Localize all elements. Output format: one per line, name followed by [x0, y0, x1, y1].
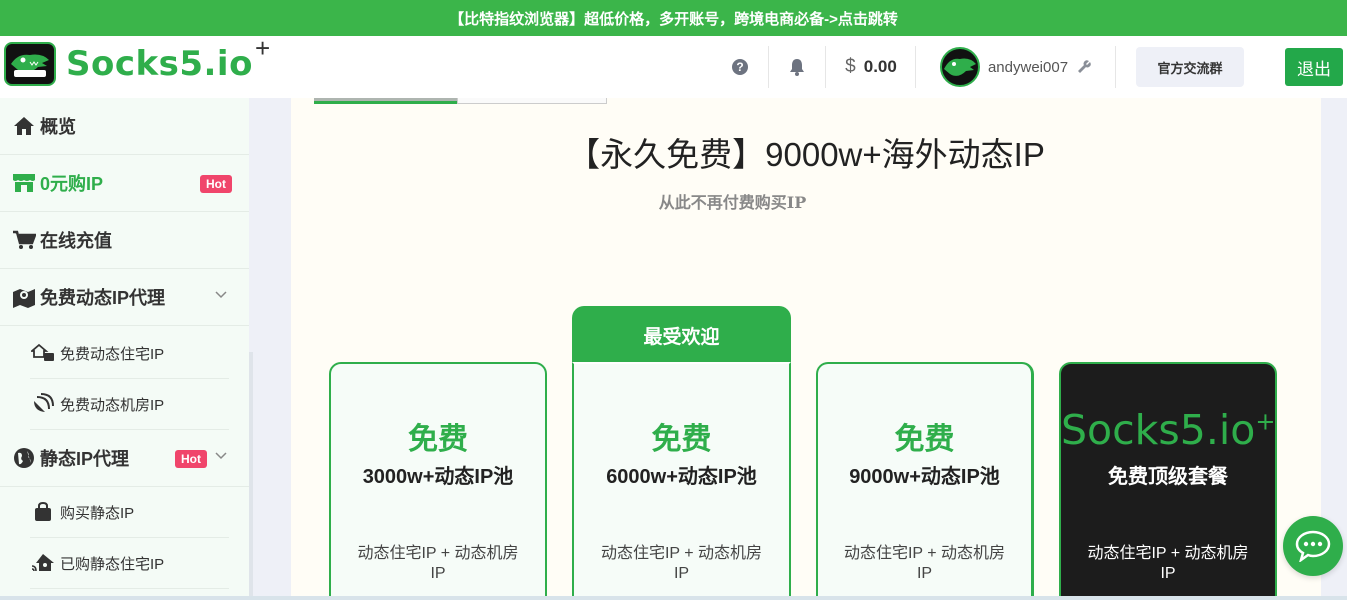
sidebar-item-label: 免费动态住宅IP — [60, 345, 165, 363]
balance-amount: 0.00 — [863, 57, 897, 76]
official-group-button[interactable]: 官方交流群 — [1136, 47, 1244, 87]
notification-button[interactable] — [772, 36, 822, 98]
sidebar-scrollbar[interactable] — [249, 352, 253, 600]
sidebar-item-free-datacenter[interactable]: 免费动态机房IP — [30, 379, 229, 430]
logo-text: Socks5.io — [66, 44, 253, 84]
sidebar-item-recharge[interactable]: 在线充值 — [0, 212, 249, 269]
chat-bubble-icon — [1295, 530, 1331, 562]
plan-brand-text: Socks5.io — [1061, 406, 1256, 454]
sidebar-item-label: 已购静态住宅IP — [60, 555, 165, 573]
sidebar-item-label: 免费动态机房IP — [60, 396, 165, 414]
sidebar-item-free-residential[interactable]: 免费动态住宅IP — [30, 328, 229, 379]
logo-plus: + — [254, 32, 271, 63]
hot-badge: Hot — [175, 450, 207, 468]
sidebar-item-buy-static[interactable]: 购买静态IP — [30, 487, 229, 538]
sidebar-item-label: 0元购IP — [40, 174, 104, 194]
plan-price: 免费 — [894, 423, 955, 456]
hot-badge: Hot — [200, 175, 232, 193]
question-icon: ? — [732, 59, 748, 75]
divider — [768, 46, 769, 88]
plan-description: 动态住宅IP + 动态机房IP — [843, 545, 1006, 582]
promo-banner-text: 【比特指纹浏览器】超低价格，多开账号，跨境电商必备->点击跳转 — [449, 10, 898, 28]
dollar-icon: $ — [845, 56, 856, 77]
plan-price: 免费 — [408, 423, 468, 456]
satellite-dish-icon — [30, 393, 56, 415]
crocodile-logo-icon — [4, 42, 56, 86]
plan-description: 动态住宅IP + 动态机房IP — [1087, 545, 1249, 582]
avatar — [939, 47, 980, 87]
plan-card-top[interactable]: Socks5.io+ 免费顶级套餐 动态住宅IP + 动态机房IP — [1059, 362, 1277, 600]
divider — [825, 46, 826, 88]
plan-description: 动态住宅IP + 动态机房IP — [600, 545, 763, 582]
sidebar-item-label: 静态IP代理 — [40, 449, 130, 469]
plan-card-9000w[interactable]: 免费 9000w+动态IP池 动态住宅IP + 动态机房IP — [816, 362, 1034, 600]
help-button[interactable]: ? — [716, 36, 764, 98]
cart-icon — [12, 228, 36, 252]
map-pin-icon — [12, 285, 36, 309]
sidebar-item-label: 概览 — [40, 117, 76, 137]
tab-active[interactable] — [314, 98, 457, 104]
username: andywei007 — [987, 58, 1069, 76]
sidebar-item-overview[interactable]: 概览 — [0, 98, 249, 155]
plan-price: 免费 — [651, 423, 712, 456]
horizontal-scrollbar[interactable] — [0, 596, 1347, 600]
store-icon — [12, 171, 36, 195]
promo-banner[interactable]: 【比特指纹浏览器】超低价格，多开账号，跨境电商必备->点击跳转 — [0, 0, 1347, 36]
plan-pool: 3000w+动态IP池 — [362, 466, 514, 488]
bell-icon — [790, 59, 804, 76]
most-popular-label: 最受欢迎 — [572, 306, 791, 364]
sidebar-item-bought-static[interactable]: 已购静态住宅IP — [30, 538, 229, 589]
chat-button[interactable] — [1283, 516, 1343, 576]
divider — [1115, 46, 1116, 88]
house-network-icon — [30, 342, 56, 364]
main-content: 【永久免费】9000w+海外动态IP 从此不再付费购买IP 最受欢迎 免费 30… — [291, 98, 1321, 600]
page-subtitle: 从此不再付费购买IP — [658, 193, 807, 212]
sidebar-item-label: 在线充值 — [40, 231, 112, 251]
top-header: Socks5.io + ? $ 0.00 andywei007 官方交流群 退出 — [0, 33, 1347, 98]
shopping-bag-icon — [30, 501, 56, 523]
plan-brand: Socks5.io+ — [1061, 406, 1275, 454]
sidebar-item-static-proxy[interactable]: 静态IP代理 Hot — [0, 430, 249, 487]
divider — [915, 46, 916, 88]
wrench-icon[interactable] — [1076, 59, 1092, 75]
balance-display[interactable]: $ 0.00 — [830, 36, 912, 98]
plan-card-6000w[interactable]: 免费 6000w+动态IP池 动态住宅IP + 动态机房IP — [572, 362, 791, 600]
sidebar-item-label: 免费动态IP代理 — [40, 288, 166, 308]
globe-icon — [12, 446, 36, 470]
plan-brand-plus: + — [1255, 407, 1276, 436]
sidebar-item-zero-buy[interactable]: 0元购IP Hot — [0, 155, 249, 212]
plan-pool: 免费顶级套餐 — [1108, 466, 1228, 488]
house-signal-icon — [30, 552, 56, 574]
user-menu[interactable]: andywei007 — [930, 36, 1102, 98]
tab-inactive[interactable] — [457, 98, 607, 104]
page-title: 【永久免费】9000w+海外动态IP — [567, 136, 1045, 173]
plan-card-3000w[interactable]: 免费 3000w+动态IP池 动态住宅IP + 动态机房IP — [329, 362, 547, 600]
chevron-down-icon — [215, 291, 227, 299]
sidebar: 概览 0元购IP Hot 在线充值 免费动态IP代理 免费动态住宅IP 免费动态… — [0, 98, 249, 600]
sidebar-item-label: 购买静态IP — [60, 504, 135, 522]
plan-pool: 9000w+动态IP池 — [849, 466, 1000, 488]
plan-pool: 6000w+动态IP池 — [606, 466, 757, 488]
plan-description: 动态住宅IP + 动态机房IP — [357, 545, 519, 582]
chevron-down-icon — [215, 452, 227, 460]
logout-button[interactable]: 退出 — [1285, 48, 1343, 86]
site-logo[interactable]: Socks5.io + — [4, 33, 270, 86]
sidebar-item-free-dynamic[interactable]: 免费动态IP代理 — [0, 269, 249, 326]
home-icon — [12, 114, 36, 138]
